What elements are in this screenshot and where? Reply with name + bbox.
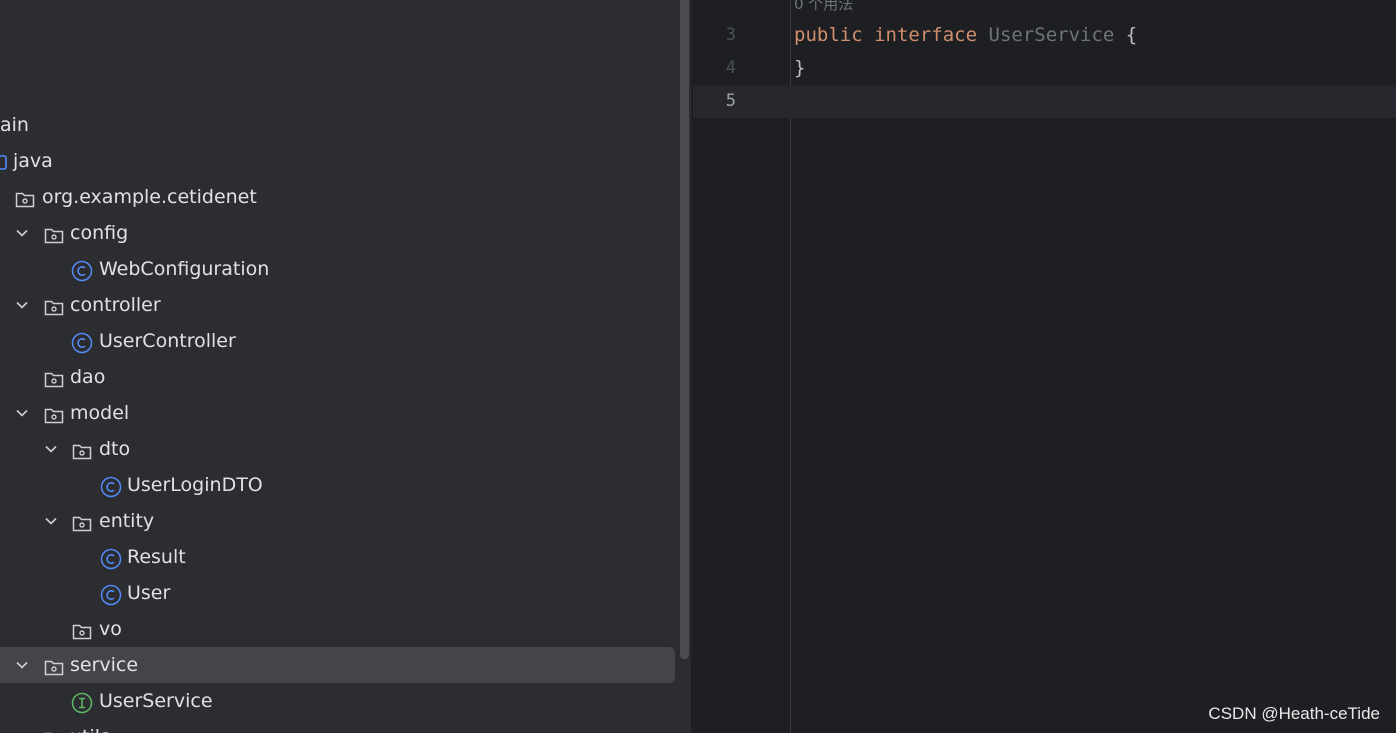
code-content: }: [794, 52, 805, 85]
class-icon: [100, 474, 122, 498]
package-icon: [43, 222, 65, 244]
tree-item-label: java: [13, 150, 53, 172]
usage-hint[interactable]: 0 个用法: [794, 0, 853, 16]
tree-item-label: UserLoginDTO: [127, 474, 263, 496]
class-icon: [71, 258, 93, 282]
package-icon: [43, 294, 65, 316]
tree-item-label: config: [70, 222, 129, 244]
tree-item-label: service: [70, 654, 139, 676]
code-line[interactable]: 3 public interface UserService {: [693, 19, 1396, 52]
code-editor[interactable]: 0 个用法 3 public interface UserService { 4…: [693, 0, 1396, 733]
watermark: CSDN @Heath-ceTide: [1208, 704, 1380, 723]
package-icon: [43, 654, 65, 676]
close-brace: }: [794, 57, 806, 79]
tree-item-label: UserController: [99, 330, 236, 352]
chevron-down-icon[interactable]: [42, 503, 60, 539]
code-line[interactable]: 4 }: [693, 52, 1396, 85]
chevron-down-icon[interactable]: [42, 431, 60, 467]
tree-item-label: org.example.cetidenet: [42, 186, 257, 208]
tree-scrollbar-thumb[interactable]: [680, 0, 689, 659]
package-icon: [43, 366, 65, 388]
tree-item-label: controller: [70, 294, 161, 316]
interface-name: UserService: [988, 24, 1115, 46]
package-icon: [71, 438, 93, 460]
class-icon: [100, 546, 122, 570]
tree-item-label: dto: [99, 438, 131, 460]
line-number: 3: [725, 25, 736, 45]
line-number: 4: [725, 58, 736, 78]
tree-item-label: dao: [70, 366, 106, 388]
tree-item-label: model: [70, 402, 130, 424]
chevron-down-icon[interactable]: [13, 215, 31, 251]
keyword-interface: interface: [874, 24, 978, 46]
project-tree-panel: ain java org.example.cetidenet config We…: [0, 0, 678, 733]
tree-item-label: UserService: [99, 690, 213, 712]
keyword-public: public: [794, 24, 863, 46]
tree-item-label: User: [127, 582, 171, 604]
chevron-down-icon[interactable]: [13, 647, 31, 683]
package-icon: [14, 186, 36, 208]
class-icon: [71, 330, 93, 354]
tree-item-label: utils: [70, 719, 110, 733]
chevron-down-icon[interactable]: [13, 719, 31, 733]
chevron-down-icon[interactable]: [13, 287, 31, 323]
tree-item-label: WebConfiguration: [99, 258, 270, 280]
package-icon: [43, 726, 65, 733]
package-icon: [71, 618, 93, 640]
interface-icon: [71, 690, 93, 714]
line-number: 5: [725, 91, 736, 111]
chevron-down-icon[interactable]: [13, 395, 31, 431]
tree-item-label: Result: [127, 546, 186, 568]
package-icon: [43, 402, 65, 424]
tree-item-label: entity: [99, 510, 155, 532]
open-brace: {: [1125, 24, 1138, 46]
package-icon: [71, 510, 93, 532]
tree-item-service[interactable]: service: [0, 647, 675, 683]
class-icon: [100, 582, 122, 606]
tree-item-label: ain: [0, 114, 29, 136]
tree-item-label: vo: [99, 618, 122, 640]
code-content: public interface UserService {: [794, 19, 1137, 52]
code-line-current[interactable]: 5: [693, 85, 1396, 118]
source-folder-icon: [0, 150, 10, 172]
